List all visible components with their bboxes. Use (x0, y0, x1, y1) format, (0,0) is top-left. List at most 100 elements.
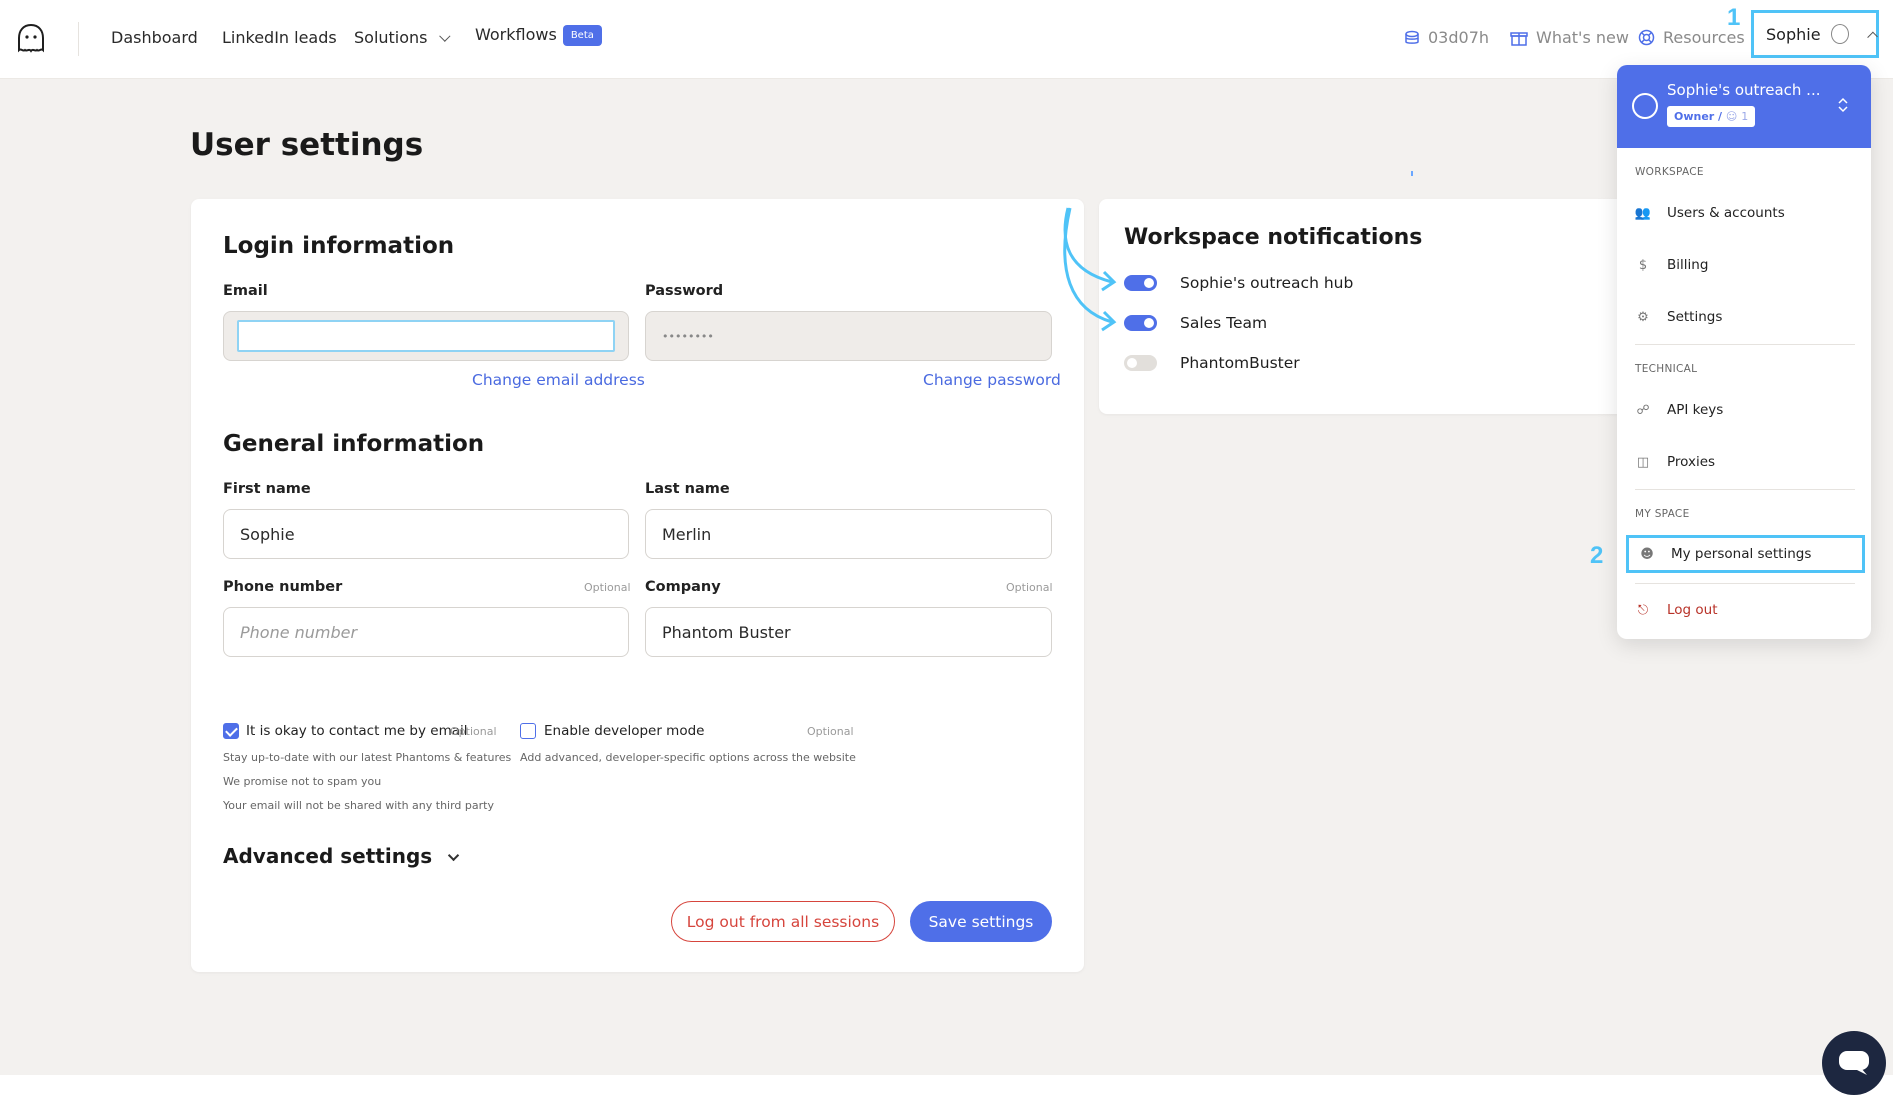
member-icon: ☺ (1725, 110, 1738, 123)
password-label: Password (645, 283, 724, 299)
menu-item-label: Proxies (1667, 454, 1716, 470)
contact-email-checkbox[interactable] (223, 723, 239, 739)
email-input[interactable] (237, 320, 615, 352)
menu-divider (1635, 344, 1855, 345)
first-name-label: First name (223, 481, 311, 497)
advanced-settings-label: Advanced settings (223, 844, 433, 868)
menu-section-my-space: MY SPACE (1635, 508, 1690, 520)
company-label: Company (645, 579, 721, 595)
tiny-mark (1411, 171, 1413, 176)
change-email-link[interactable]: Change email address (472, 371, 645, 389)
nav-dashboard[interactable]: Dashboard (111, 28, 198, 47)
phantombuster-logo-icon[interactable] (16, 22, 46, 56)
whats-new-link[interactable]: What's new (1510, 28, 1629, 47)
workspace-role-badge: Owner / ☺ 1 (1667, 106, 1756, 127)
contact-note-3: Your email will not be shared with any t… (223, 799, 494, 812)
member-count: 1 (1741, 110, 1749, 123)
first-name-field[interactable]: Sophie (223, 509, 629, 559)
developer-mode-checkbox[interactable] (520, 723, 536, 739)
email-label: Email (223, 283, 268, 299)
company-optional-hint: Optional (1006, 581, 1053, 594)
user-name: Sophie (1766, 24, 1821, 44)
menu-item-label: Billing (1667, 257, 1709, 273)
notification-label: PhantomBuster (1180, 354, 1300, 372)
contact-note-1: Stay up-to-date with our latest Phantoms… (223, 751, 512, 764)
switch-workspace-icon (1838, 97, 1848, 113)
menu-item-label: Settings (1667, 309, 1723, 325)
menu-item-label: Users & accounts (1667, 205, 1785, 221)
coins-icon (1405, 30, 1419, 44)
developer-optional-hint: Optional (807, 725, 854, 738)
page-title: User settings (190, 127, 424, 163)
change-password-link[interactable]: Change password (923, 371, 1061, 389)
logout-icon: ⎋ (1637, 602, 1649, 618)
menu-item-settings[interactable]: ⚙ Settings (1635, 302, 1857, 332)
password-field[interactable]: •••••••• (645, 311, 1052, 361)
advanced-settings-toggle[interactable]: Advanced settings (223, 844, 460, 868)
menu-item-proxies[interactable]: ◫ Proxies (1635, 447, 1857, 477)
time-credits[interactable]: 03d07h (1404, 28, 1489, 47)
nav-linkedin-leads[interactable]: LinkedIn leads (222, 28, 337, 47)
chat-bubble-icon (1839, 1051, 1869, 1075)
phone-field[interactable]: Phone number (223, 607, 629, 657)
user-dropdown-menu: Sophie's outreach ... Owner / ☺ 1 WORKSP… (1617, 65, 1871, 639)
chevron-up-icon (1866, 31, 1878, 42)
menu-item-my-personal-settings[interactable]: ☻ My personal settings (1626, 535, 1865, 573)
save-settings-button[interactable]: Save settings (910, 901, 1052, 942)
notification-toggle-sales-team[interactable] (1124, 315, 1157, 331)
support-chat-button[interactable] (1822, 1031, 1886, 1095)
role-label: Owner / (1674, 110, 1723, 123)
dollar-icon: $ (1638, 257, 1648, 273)
api-keys-icon: ☍ (1636, 402, 1650, 418)
menu-divider (1635, 583, 1855, 584)
nav-solutions-label: Solutions (354, 28, 428, 47)
gift-icon (1510, 32, 1528, 46)
menu-item-api-keys[interactable]: ☍ API keys (1635, 395, 1857, 425)
beta-badge: Beta (562, 25, 602, 46)
nav-workflows[interactable]: Workflows Beta (475, 25, 602, 46)
logout-all-sessions-button[interactable]: Log out from all sessions (671, 901, 895, 942)
time-credits-value: 03d07h (1428, 28, 1490, 47)
users-icon: 👥 (1634, 205, 1652, 221)
proxies-icon: ◫ (1636, 454, 1650, 470)
contact-note-2: We promise not to spam you (223, 775, 382, 788)
menu-item-log-out[interactable]: ⎋ Log out (1635, 595, 1857, 625)
phone-optional-hint: Optional (584, 581, 631, 594)
workspace-switcher[interactable]: Sophie's outreach ... Owner / ☺ 1 (1617, 65, 1871, 148)
user-icon: ☻ (1640, 546, 1654, 562)
workspace-logo-icon (1632, 93, 1658, 119)
menu-item-label: My personal settings (1671, 546, 1812, 562)
email-field[interactable] (223, 311, 629, 361)
annotation-step-1: 1 (1727, 4, 1741, 31)
notifications-title: Workspace notifications (1124, 225, 1423, 250)
menu-item-label: Log out (1667, 602, 1718, 618)
last-name-field[interactable]: Merlin (645, 509, 1052, 559)
contact-email-label[interactable]: It is okay to contact me by email (246, 723, 468, 739)
menu-section-workspace: WORKSPACE (1635, 166, 1704, 178)
notification-row: Sales Team (1124, 314, 1267, 332)
lifebuoy-icon (1638, 29, 1655, 46)
menu-item-label: API keys (1667, 402, 1724, 418)
user-menu-trigger[interactable]: Sophie (1751, 10, 1879, 58)
notification-row: PhantomBuster (1124, 354, 1300, 372)
menu-item-users-accounts[interactable]: 👥 Users & accounts (1635, 198, 1857, 228)
nav-divider (78, 22, 79, 56)
company-field[interactable]: Phantom Buster (645, 607, 1052, 657)
annotation-arrows (1063, 207, 1117, 332)
notification-toggle-phantombuster[interactable] (1124, 355, 1157, 371)
menu-divider (1635, 489, 1855, 490)
whats-new-label: What's new (1536, 28, 1629, 47)
notification-label: Sales Team (1180, 314, 1268, 332)
login-section-title: Login information (223, 233, 455, 259)
contact-optional-hint: Optional (450, 725, 497, 738)
menu-item-billing[interactable]: $ Billing (1635, 250, 1857, 280)
notification-row: Sophie's outreach hub (1124, 274, 1353, 292)
footer-strip (0, 1075, 1893, 1101)
nav-solutions[interactable]: Solutions (354, 28, 451, 47)
user-avatar-icon (1830, 24, 1849, 44)
gear-icon: ⚙ (1637, 309, 1649, 325)
notification-toggle-outreach-hub[interactable] (1124, 275, 1157, 291)
nav-workflows-label: Workflows (475, 25, 557, 44)
developer-mode-label[interactable]: Enable developer mode (544, 723, 704, 739)
workspace-name: Sophie's outreach ... (1667, 81, 1821, 99)
